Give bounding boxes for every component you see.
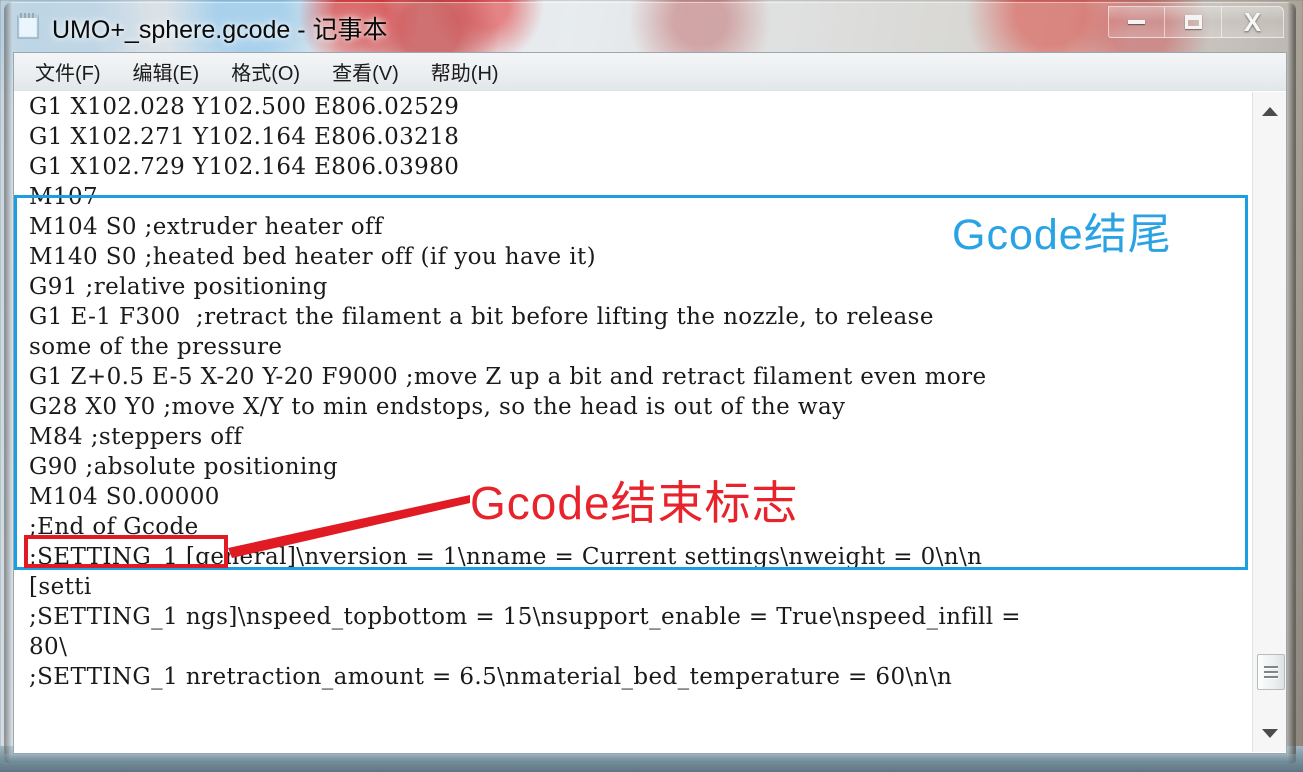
red-annotation-label: Gcode结束标志	[470, 477, 799, 529]
text-editor[interactable]: G1 X102.028 Y102.500 E806.02529 G1 X102.…	[15, 92, 1285, 752]
code-line: ;SETTING_1 ngs]\nspeed_topbottom = 15\ns…	[29, 604, 1021, 630]
close-button[interactable]: X	[1222, 6, 1284, 38]
scroll-down-button[interactable]	[1253, 716, 1286, 750]
scrollbar-thumb[interactable]	[1257, 654, 1285, 690]
code-line: M84 ;steppers off	[29, 424, 243, 450]
chevron-up-icon	[1261, 106, 1278, 116]
code-line: ;SETTING_1 [general]\nversion = 1\nname …	[29, 544, 983, 570]
window-border-right	[1287, 2, 1296, 764]
grip-line	[1264, 666, 1278, 668]
close-icon: X	[1243, 7, 1262, 37]
menu-view[interactable]: 查看(V)	[327, 55, 404, 88]
code-line: 80\	[29, 634, 68, 660]
code-line: G1 X102.729 Y102.164 E806.03980	[29, 154, 460, 180]
window-border-bottom	[4, 754, 1296, 764]
menu-edit[interactable]: 编辑(E)	[128, 55, 205, 88]
code-line: G1 E-1 F300 ;retract the filament a bit …	[29, 304, 934, 330]
client-area: 文件(F) 编辑(E) 格式(O) 查看(V) 帮助(H) G1 X102.02…	[13, 52, 1287, 754]
minimize-icon	[1128, 20, 1145, 24]
menu-bar: 文件(F) 编辑(E) 格式(O) 查看(V) 帮助(H)	[14, 53, 1286, 91]
minimize-button[interactable]	[1108, 6, 1165, 38]
maximize-icon	[1184, 15, 1202, 29]
code-line: [setti	[29, 574, 92, 600]
code-line: ;SETTING_1 nretraction_amount = 6.5\nmat…	[29, 664, 953, 690]
code-line: G1 X102.271 Y102.164 E806.03218	[29, 124, 460, 150]
notepad-window: UMO+_sphere.gcode - 记事本 X 文件(F) 编辑(E) 格式	[4, 2, 1296, 764]
blue-annotation-label: Gcode结尾	[952, 211, 1172, 259]
window-controls: X	[1108, 6, 1284, 40]
title-bar[interactable]: UMO+_sphere.gcode - 记事本 X	[4, 2, 1296, 52]
vertical-scrollbar[interactable]	[1252, 92, 1286, 752]
grip-line	[1264, 676, 1278, 678]
notepad-icon	[17, 13, 39, 39]
code-line: G1 Z+0.5 E-5 X-20 Y-20 F9000 ;move Z up …	[29, 364, 987, 390]
window-border-left	[4, 2, 12, 764]
scroll-up-button[interactable]	[1253, 94, 1286, 128]
chevron-down-icon	[1261, 728, 1278, 738]
code-lines: G1 X102.028 Y102.500 E806.02529 G1 X102.…	[29, 92, 1251, 692]
menu-format[interactable]: 格式(O)	[226, 55, 305, 88]
code-line: G91 ;relative positioning	[29, 274, 328, 300]
maximize-button[interactable]	[1165, 6, 1222, 38]
window-title: UMO+_sphere.gcode - 记事本	[52, 16, 388, 44]
code-line: some of the pressure	[29, 334, 283, 360]
menu-file[interactable]: 文件(F)	[30, 55, 106, 88]
screen: UMO+_sphere.gcode - 记事本 X 文件(F) 编辑(E) 格式	[0, 0, 1303, 772]
grip-line	[1264, 671, 1278, 673]
code-line: G28 X0 Y0 ;move X/Y to min endstops, so …	[29, 394, 846, 420]
code-line: G1 X102.028 Y102.500 E806.02529	[29, 94, 460, 120]
menu-help[interactable]: 帮助(H)	[426, 55, 504, 88]
